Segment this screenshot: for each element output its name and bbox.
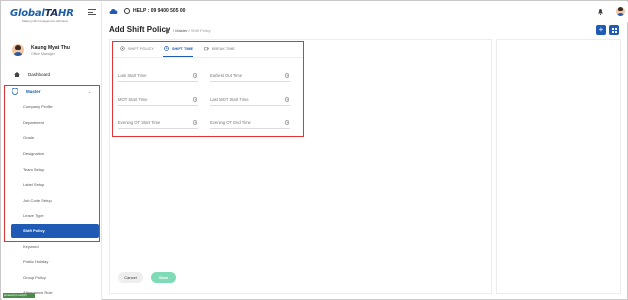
field-label: Evening OT Start Time <box>118 120 161 125</box>
earliest-out-time-field[interactable]: Earliest Out Time <box>210 72 290 82</box>
breadcrumb-master[interactable]: Master <box>175 28 187 33</box>
field-label: MOT Start Time <box>118 97 148 102</box>
tab-shift-policy[interactable]: SHIFT POLICY <box>120 46 154 56</box>
sidebar-item-keyword[interactable]: Keyword <box>23 244 39 249</box>
field-label: Late Start Time <box>118 73 147 78</box>
tab-shift-time[interactable]: SHIFT TIME <box>164 46 193 56</box>
sidebar-item-label: Dashboard <box>28 72 51 77</box>
sidebar-item-designation[interactable]: Designation <box>23 151 44 156</box>
gear-icon <box>120 46 125 51</box>
help-hotline: HELP : 09 9400 505 00 <box>133 8 186 14</box>
grid-view-button[interactable] <box>609 25 619 35</box>
home-icon[interactable] <box>165 28 170 33</box>
sidebar-item-shift-policy[interactable]: Shift Policy <box>11 224 99 238</box>
side-panel <box>496 39 621 294</box>
mot-start-time-field[interactable]: MOT Start Time <box>118 96 198 106</box>
user-role: Office Manager <box>31 52 55 56</box>
save-button[interactable]: Save <box>151 272 176 283</box>
clock-icon[interactable] <box>284 120 289 125</box>
add-button[interactable]: + <box>596 25 606 35</box>
breadcrumb-current: Shift Policy <box>190 28 211 33</box>
sidebar-item-job-code-setup[interactable]: Job Code Setup <box>23 198 52 203</box>
evening-ot-start-time-field[interactable]: Evening OT Start Time <box>118 119 198 129</box>
breadcrumb-separator: / <box>188 28 190 33</box>
clock-icon <box>164 46 169 51</box>
status-url-tag: javascript:void(0) <box>3 293 35 298</box>
sidebar-item-team-setup[interactable]: Team Setup <box>23 167 44 172</box>
chevron-down-icon: ⌄ <box>88 89 92 94</box>
clock-icon[interactable] <box>284 97 289 102</box>
sidebar-item-label: Master <box>26 89 41 94</box>
user-avatar-icon[interactable] <box>616 7 625 16</box>
home-icon <box>14 72 20 77</box>
clock-icon[interactable] <box>284 73 289 78</box>
tab-divider <box>113 57 303 58</box>
bell-icon[interactable] <box>598 9 603 15</box>
user-profile[interactable]: Kaung Myat Thu Office Manager <box>12 44 98 60</box>
avatar <box>12 44 24 56</box>
sidebar-item-label-setup[interactable]: Label Setup <box>23 182 44 187</box>
user-name: Kaung Myat Thu <box>31 45 70 51</box>
phone-icon <box>124 8 130 14</box>
tab-label: SHIFT TIME <box>172 47 194 51</box>
sidebar-item-group-policy[interactable]: Group Policy <box>23 275 46 280</box>
sidebar-item-leave-type[interactable]: Leave Type <box>23 213 44 218</box>
help-cloud-icon[interactable] <box>109 8 118 14</box>
field-label: Evening OT End Time <box>210 120 251 125</box>
tab-label: SHIFT POLICY <box>128 47 154 51</box>
clock-icon[interactable] <box>192 120 197 125</box>
breadcrumb: / Master / Shift Policy <box>173 28 211 33</box>
breadcrumb-separator: / <box>173 28 175 33</box>
menu-toggle-icon[interactable] <box>88 9 96 15</box>
last-mot-start-time-field[interactable]: Last MOT Start Time <box>210 96 290 106</box>
tab-label: BREAK TIME <box>212 47 235 51</box>
coffee-icon <box>204 47 209 51</box>
app-frame: GlobalTAHR Making HR management effortle… <box>0 0 628 300</box>
top-bar: HELP : 09 9400 505 00 <box>102 2 628 22</box>
sidebar-item-company-profile[interactable]: Company Profile <box>23 104 53 109</box>
cancel-button[interactable]: Cancel <box>118 272 143 283</box>
logo-tagline: Making HR management effortless <box>22 19 69 23</box>
sidebar-item-department[interactable]: Department <box>23 120 44 125</box>
app-logo[interactable]: GlobalTAHR Making HR management effortle… <box>10 8 74 24</box>
shield-icon <box>12 88 18 95</box>
sidebar-item-master[interactable]: Master ⌄ <box>12 88 96 96</box>
late-start-time-field[interactable]: Late Start Time <box>118 72 198 82</box>
page-title: Add Shift Policy <box>109 25 171 34</box>
sidebar-item-public-holiday[interactable]: Public Holiday <box>23 259 48 264</box>
sidebar-item-dashboard[interactable]: Dashboard <box>14 71 98 79</box>
logo-text: GlobalTAHR <box>10 8 74 19</box>
sidebar-item-grade[interactable]: Grade <box>23 135 34 140</box>
clock-icon[interactable] <box>192 73 197 78</box>
tab-break-time[interactable]: BREAK TIME <box>204 46 235 56</box>
field-label: Earliest Out Time <box>210 73 243 78</box>
clock-icon[interactable] <box>192 97 197 102</box>
evening-ot-end-time-field[interactable]: Evening OT End Time <box>210 119 290 129</box>
field-label: Last MOT Start Time <box>210 97 249 102</box>
